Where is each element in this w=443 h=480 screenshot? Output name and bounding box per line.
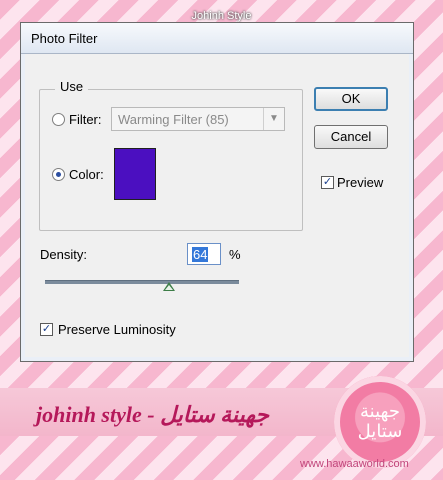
density-value: 64 (192, 247, 209, 262)
ok-button[interactable]: OK (314, 87, 388, 111)
photo-filter-dialog: Photo Filter Use Filter: Warming Filter … (20, 22, 414, 362)
density-unit: % (229, 247, 241, 262)
preserve-luminosity-checkbox[interactable]: ✓ (40, 323, 53, 336)
brand-badge-text: جهينة ستايل (357, 401, 403, 442)
density-slider-track[interactable] (45, 280, 239, 284)
density-input[interactable]: 64 (187, 243, 221, 265)
color-label: Color: (69, 167, 104, 182)
brand-badge-logo: جهينة ستايل (334, 376, 426, 468)
preview-label: Preview (337, 175, 384, 190)
color-radio[interactable] (52, 168, 65, 181)
footer-brand-text: johinh style - جهينة ستايل (36, 402, 269, 427)
filter-label: Filter: (69, 112, 102, 127)
filter-radio[interactable] (52, 113, 65, 126)
density-label: Density: (40, 247, 87, 262)
preserve-luminosity-label: Preserve Luminosity (58, 322, 176, 337)
color-swatch[interactable] (114, 148, 156, 200)
website-url: www.hawaaworld.com (300, 458, 409, 470)
dialog-titlebar[interactable]: Photo Filter (21, 23, 413, 54)
density-slider-thumb[interactable] (163, 282, 176, 291)
preview-checkbox[interactable]: ✓ (321, 176, 334, 189)
use-group-label: Use (55, 79, 89, 94)
dialog-title: Photo Filter (31, 31, 98, 46)
filter-select[interactable]: Warming Filter (85) ▼ (111, 107, 285, 131)
page-caption: Johinh Style (191, 10, 252, 22)
filter-select-value: Warming Filter (85) (118, 112, 229, 127)
chevron-down-icon: ▼ (263, 108, 284, 130)
cancel-button[interactable]: Cancel (314, 125, 388, 149)
